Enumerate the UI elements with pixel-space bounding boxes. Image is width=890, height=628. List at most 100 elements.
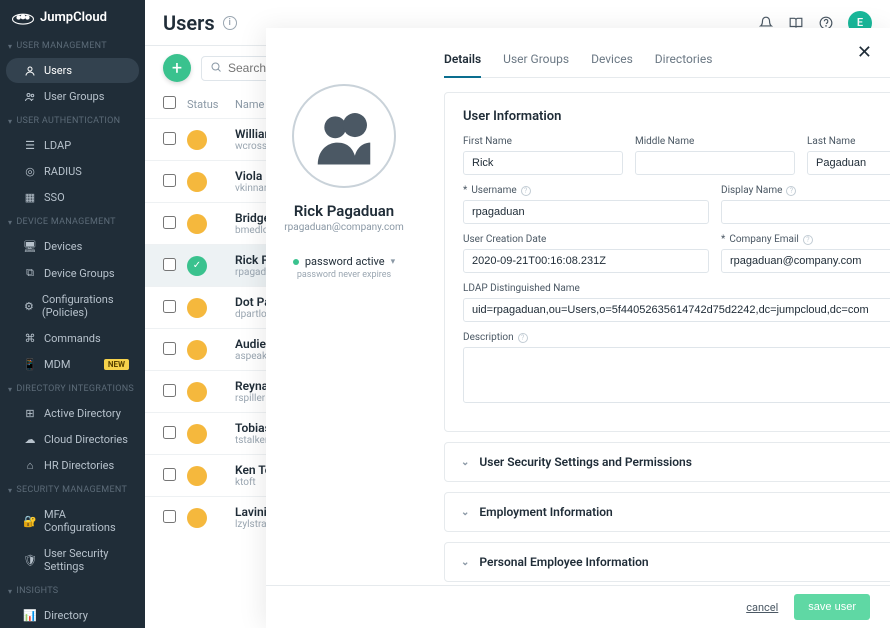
info-icon[interactable]: ? xyxy=(803,235,813,245)
accordion-personal-employee-information[interactable]: ⌄Personal Employee Information xyxy=(444,542,890,582)
password-sub: password never expires xyxy=(297,270,391,280)
sso-icon: ▦ xyxy=(24,191,36,204)
sidebar-section-head[interactable]: ▾USER AUTHENTICATION xyxy=(0,110,145,132)
tab-details[interactable]: Details xyxy=(444,46,481,78)
cancel-link[interactable]: cancel xyxy=(746,601,778,614)
label-last-name: Last Name xyxy=(807,136,890,147)
last-name-field[interactable] xyxy=(807,151,890,175)
profile-email: rpagaduan@company.com xyxy=(284,222,403,233)
close-icon[interactable]: ✕ xyxy=(857,42,872,63)
sidebar-item-directory[interactable]: 📊Directory xyxy=(6,603,139,628)
row-checkbox[interactable] xyxy=(163,510,176,523)
tabs: Details User Groups Devices Directories xyxy=(444,46,890,78)
status-badge xyxy=(187,382,207,402)
username-field[interactable] xyxy=(463,200,709,224)
description-field[interactable] xyxy=(463,347,890,403)
sidebar-section-head[interactable]: ▾USER MANAGEMENT xyxy=(0,35,145,57)
sidebar-item-commands[interactable]: ⌘Commands xyxy=(6,326,139,351)
profile-name: Rick Pagaduan xyxy=(294,202,394,220)
cloud-icon: ☁ xyxy=(24,433,36,446)
policies-icon: ⚙ xyxy=(24,300,34,313)
chevron-down-icon: ▾ xyxy=(8,385,12,394)
chevron-down-icon: ▾ xyxy=(8,486,12,495)
sidebar-item-devices[interactable]: 🖥Devices xyxy=(6,234,139,259)
sidebar-item-label: Users xyxy=(44,64,72,77)
save-user-button[interactable]: save user xyxy=(794,594,870,620)
middle-name-field[interactable] xyxy=(635,151,795,175)
mdm-icon: 📱 xyxy=(24,358,36,371)
person-icon xyxy=(24,65,36,77)
avatar-large[interactable] xyxy=(292,84,396,188)
sidebar-item-mfa-configurations[interactable]: 🔐MFA Configurations xyxy=(6,502,139,540)
add-user-button[interactable]: + xyxy=(163,54,191,82)
password-status-toggle[interactable]: password active ▾ xyxy=(293,255,395,268)
tab-directories[interactable]: Directories xyxy=(655,46,713,77)
people-icon xyxy=(309,101,379,171)
company-email-field[interactable] xyxy=(721,249,890,273)
row-checkbox[interactable] xyxy=(163,426,176,439)
sidebar-item-active-directory[interactable]: ⊞ Active Directory xyxy=(6,401,139,426)
row-checkbox[interactable] xyxy=(163,132,176,145)
sidebar-item-label: Directory xyxy=(44,609,88,622)
sidebar-section-head[interactable]: ▾DEVICE MANAGEMENT xyxy=(0,211,145,233)
sidebar-item-hr-directories[interactable]: ⌂HR Directories xyxy=(6,453,139,478)
label-username: * Username ? xyxy=(463,185,709,196)
sidebar-section-head[interactable]: ▾DIRECTORY INTEGRATIONS xyxy=(0,378,145,400)
select-all-checkbox[interactable] xyxy=(163,96,176,109)
display-name-field[interactable] xyxy=(721,200,890,224)
info-icon[interactable]: ? xyxy=(518,333,528,343)
row-checkbox[interactable] xyxy=(163,468,176,481)
chevron-down-icon: ▾ xyxy=(8,117,12,126)
hr-icon: ⌂ xyxy=(24,459,36,472)
card-title: User Information xyxy=(463,109,890,124)
sidebar-item-cloud-directories[interactable]: ☁Cloud Directories xyxy=(6,427,139,452)
status-badge xyxy=(187,172,207,192)
label-ldap-dn: LDAP Distinguished Name xyxy=(463,283,890,294)
info-icon[interactable]: i xyxy=(223,16,237,30)
commands-icon: ⌘ xyxy=(24,332,36,345)
tab-devices[interactable]: Devices xyxy=(591,46,633,77)
label-company-email: * Company Email ? xyxy=(721,234,890,245)
label-first-name: First Name xyxy=(463,136,623,147)
radius-icon: ◎ xyxy=(24,165,36,178)
row-checkbox[interactable] xyxy=(163,258,176,271)
page-title-text: Users xyxy=(163,11,215,35)
sidebar-item-ldap[interactable]: ☰LDAP xyxy=(6,133,139,158)
ldap-dn-field[interactable] xyxy=(463,298,890,322)
sidebar-section-head[interactable]: ▾SECURITY MANAGEMENT xyxy=(0,479,145,501)
tab-user-groups[interactable]: User Groups xyxy=(503,46,569,77)
sidebar: JumpCloud ▾USER MANAGEMENT Users User Grou… xyxy=(0,0,145,628)
row-checkbox[interactable] xyxy=(163,216,176,229)
sidebar-item-configurations-policies-[interactable]: ⚙Configurations (Policies) xyxy=(6,287,139,325)
sidebar-item-device-groups[interactable]: ⧉Device Groups xyxy=(6,260,139,286)
sidebar-item-sso[interactable]: ▦SSO xyxy=(6,185,139,210)
sidebar-item-label: MDM xyxy=(44,358,70,371)
accordion-user-security-settings-and-permissions[interactable]: ⌄User Security Settings and Permissions xyxy=(444,442,890,482)
info-icon[interactable]: ? xyxy=(786,186,796,196)
chevron-down-icon: ▾ xyxy=(8,218,12,227)
row-checkbox[interactable] xyxy=(163,174,176,187)
label-middle-name: Middle Name xyxy=(635,136,795,147)
sidebar-item-users[interactable]: Users xyxy=(6,58,139,83)
accordion-employment-information[interactable]: ⌄Employment Information xyxy=(444,492,890,532)
group-icon xyxy=(24,91,36,103)
sidebar-section-head[interactable]: ▾INSIGHTS xyxy=(0,580,145,602)
brand-text: JumpCloud xyxy=(40,10,107,25)
row-checkbox[interactable] xyxy=(163,342,176,355)
first-name-field[interactable] xyxy=(463,151,623,175)
row-checkbox[interactable] xyxy=(163,384,176,397)
sidebar-item-label: Active Directory xyxy=(44,407,121,420)
info-icon[interactable]: ? xyxy=(521,186,531,196)
ad-icon: ⊞ xyxy=(24,407,36,420)
chevron-down-icon: ⌄ xyxy=(461,557,469,568)
sidebar-item-user-security-settings[interactable]: 🛡User Security Settings xyxy=(6,541,139,579)
col-status[interactable]: Status xyxy=(187,98,225,111)
status-badge xyxy=(187,340,207,360)
sidebar-item-mdm[interactable]: 📱MDMNEW xyxy=(6,352,139,377)
row-checkbox[interactable] xyxy=(163,300,176,313)
label-description: Description ? xyxy=(463,332,890,343)
chevron-down-icon: ⌄ xyxy=(461,507,469,518)
sidebar-item-user-groups[interactable]: User Groups xyxy=(6,84,139,109)
sidebar-item-radius[interactable]: ◎ RADIUS xyxy=(6,159,139,184)
sidebar-item-label: RADIUS xyxy=(44,165,82,178)
